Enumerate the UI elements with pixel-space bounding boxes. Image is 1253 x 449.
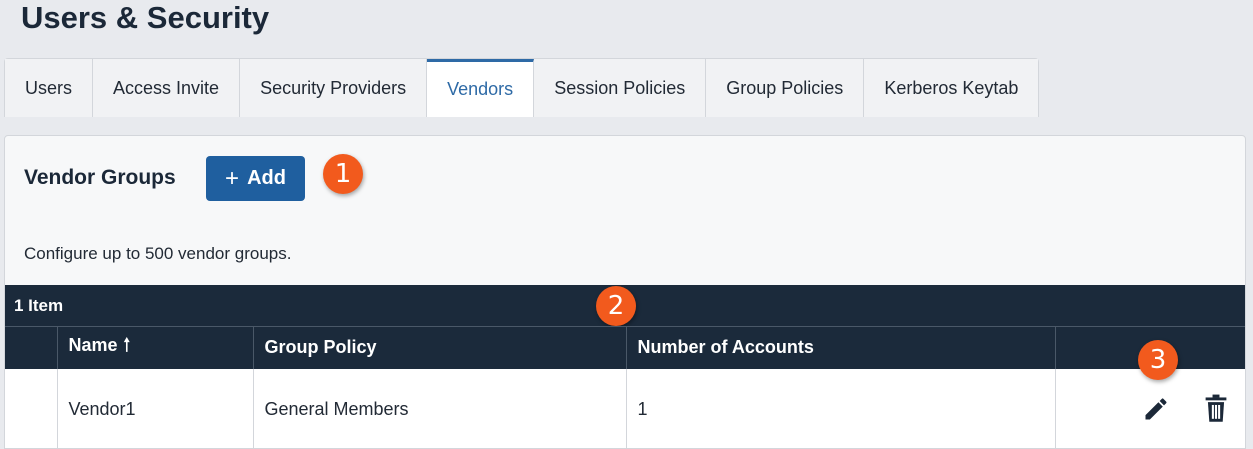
arrow-up-icon: 🠑 [123,334,131,355]
tab-session-policies[interactable]: Session Policies [534,59,707,117]
row-select-cell [5,368,57,448]
add-vendor-group-button[interactable]: + Add [206,156,305,201]
tab-kerberos-keytab[interactable]: Kerberos Keytab [864,59,1039,117]
cell-name: Vendor1 [56,368,253,448]
row-actions-cell [1054,368,1245,448]
item-count: 1 Item [14,295,64,315]
table-row[interactable]: Vendor1 General Members 1 [5,368,1245,448]
tab-group-policies[interactable]: Group Policies [706,59,865,117]
section-description: Configure up to 500 vendor groups. [24,244,292,263]
add-button-label: Add [247,167,286,189]
pencil-icon[interactable] [1140,393,1172,425]
column-header-name[interactable]: Name 🠑 [56,326,253,369]
cell-group-policy: General Members [252,368,626,448]
callout-badge-3: 3 [1138,340,1178,380]
tab-security-providers[interactable]: Security Providers [240,59,428,117]
cell-number-of-accounts: 1 [625,368,1055,448]
plus-icon: + [225,164,240,192]
page-title: Users & Security [21,0,270,35]
vendors-panel: Vendor Groups + Add 1 Configure up to 50… [4,135,1246,449]
table-header-row: Name 🠑 Group Policy Number of Accounts [5,326,1245,369]
trash-icon[interactable] [1200,393,1232,425]
callout-badge-1: 1 [323,154,363,194]
tab-users[interactable]: Users [5,59,94,117]
column-header-number-of-accounts[interactable]: Number of Accounts [625,326,1055,369]
section-title: Vendor Groups [24,166,176,189]
tab-vendors[interactable]: Vendors [427,59,535,117]
tab-access-invite[interactable]: Access Invite [93,59,241,117]
callout-badge-2: 2 [596,286,636,326]
tab-bar: Users Access Invite Security Providers V… [4,58,1040,117]
column-header-group-policy[interactable]: Group Policy [252,326,626,369]
vendor-groups-table: Name 🠑 Group Policy Number of Accounts Ve… [5,326,1245,448]
select-column-header [5,326,57,369]
column-header-label: Name [68,334,118,355]
